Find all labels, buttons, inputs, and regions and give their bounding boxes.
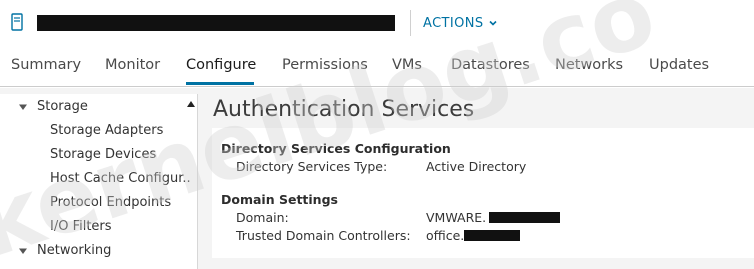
- content-area: Storage Storage Adapters Storage Devices…: [0, 88, 754, 269]
- domain-settings-heading: Domain Settings: [221, 192, 338, 207]
- server-host-icon: [11, 13, 23, 31]
- page: ACTIONS Summary Monitor Configure Permis…: [0, 0, 754, 269]
- directory-services-heading: Directory Services Configuration: [221, 141, 451, 156]
- tab-networks[interactable]: Networks: [555, 55, 623, 75]
- chevron-down-icon: [488, 20, 497, 26]
- trusted-controllers-label: Trusted Domain Controllers:: [236, 228, 411, 243]
- tree-scrollbar[interactable]: [184, 94, 198, 269]
- host-name-redacted: [37, 15, 395, 31]
- directory-type-label: Directory Services Type:: [236, 159, 388, 174]
- tree-item-storage-devices[interactable]: Storage Devices: [50, 146, 156, 164]
- active-tab-indicator: [186, 82, 254, 85]
- tree-item-networking[interactable]: Networking: [37, 242, 111, 260]
- actions-label: ACTIONS: [423, 15, 484, 31]
- caret-down-icon[interactable]: [18, 102, 28, 112]
- trusted-controllers-value: office.: [426, 228, 465, 243]
- domain-label: Domain:: [236, 210, 289, 225]
- scroll-up-arrow-icon[interactable]: [186, 99, 196, 109]
- tab-bar: Summary Monitor Configure Permissions VM…: [0, 47, 754, 87]
- caret-down-icon[interactable]: [18, 246, 28, 256]
- auth-services-card: Directory Services Configuration Directo…: [212, 128, 754, 258]
- page-title: Authentication Services: [213, 97, 475, 122]
- domain-value: VMWARE.: [426, 210, 487, 225]
- tab-configure[interactable]: Configure: [186, 55, 256, 75]
- tree-item-storage[interactable]: Storage: [37, 98, 88, 116]
- tree-item-protocol-endpoints[interactable]: Protocol Endpoints: [50, 194, 171, 212]
- tab-summary[interactable]: Summary: [11, 55, 81, 75]
- tab-datastores[interactable]: Datastores: [451, 55, 530, 75]
- domain-redacted: [489, 212, 560, 223]
- tab-updates[interactable]: Updates: [649, 55, 709, 75]
- tree-item-io-filters[interactable]: I/O Filters: [50, 218, 112, 236]
- tab-vms[interactable]: VMs: [392, 55, 422, 75]
- tab-permissions[interactable]: Permissions: [282, 55, 368, 75]
- directory-type-value: Active Directory: [426, 159, 527, 174]
- tab-monitor[interactable]: Monitor: [105, 55, 160, 75]
- settings-tree: Storage Storage Adapters Storage Devices…: [0, 94, 198, 269]
- object-header: ACTIONS: [0, 0, 754, 46]
- tree-item-storage-adapters[interactable]: Storage Adapters: [50, 122, 163, 140]
- header-divider: [410, 10, 411, 36]
- tree-item-host-cache[interactable]: Host Cache Configur..: [50, 170, 191, 188]
- controllers-redacted: [464, 230, 520, 241]
- actions-button[interactable]: ACTIONS: [423, 12, 497, 34]
